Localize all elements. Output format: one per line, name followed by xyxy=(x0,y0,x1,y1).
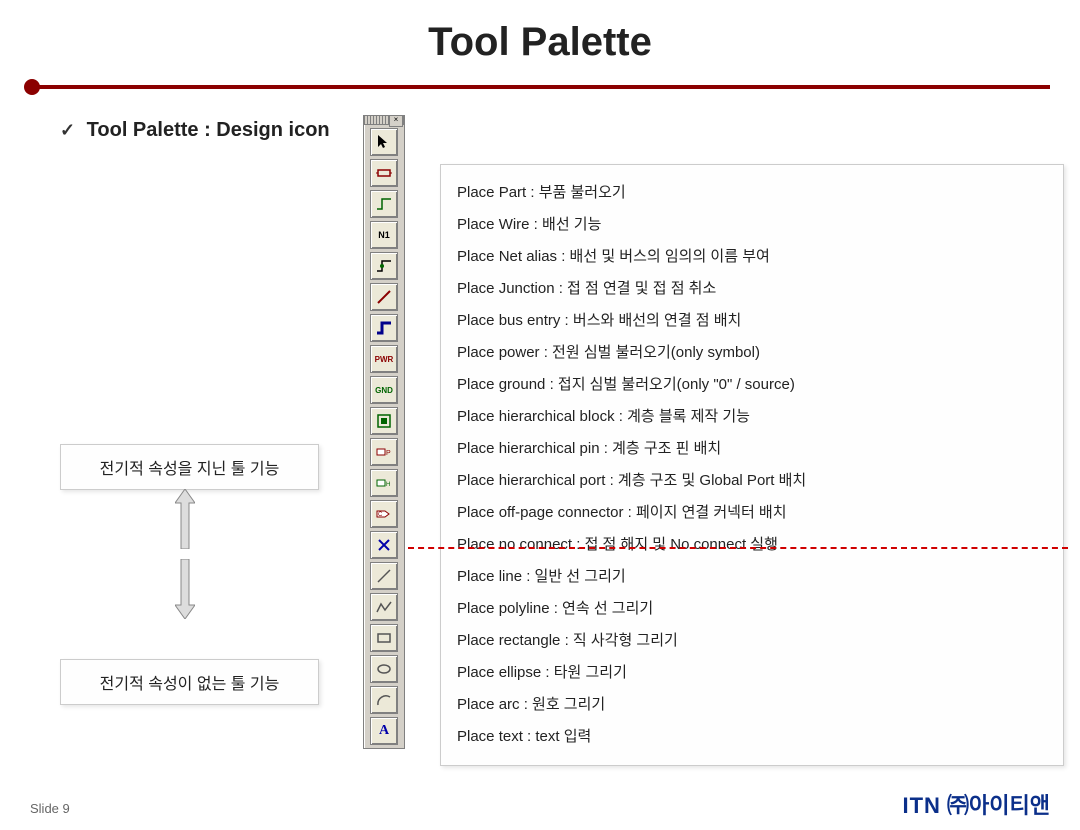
svg-text:H: H xyxy=(386,482,390,488)
netalias-icon: N1 xyxy=(378,229,390,241)
desc-line: Place rectangle : 직 사각형 그리기 xyxy=(457,625,1047,657)
offpage-tool-button[interactable]: C xyxy=(370,500,398,528)
cursor-icon xyxy=(375,133,393,151)
section-heading-text: Tool Palette : Design icon xyxy=(87,119,330,141)
line-icon xyxy=(375,567,393,585)
text-tool-button[interactable]: A xyxy=(370,717,398,745)
close-icon[interactable]: × xyxy=(389,115,403,127)
wire-tool-button[interactable] xyxy=(370,190,398,218)
busentry-icon xyxy=(375,288,393,306)
page-title: Tool Palette xyxy=(0,20,1080,65)
footer-logo: ITN ㈜아이티앤 xyxy=(902,788,1050,820)
hpin-icon: P xyxy=(375,443,393,461)
netalias-tool-button[interactable]: N1 xyxy=(370,221,398,249)
part-icon xyxy=(375,164,393,182)
desc-line: Place hierarchical port : 계층 구조 및 Global… xyxy=(457,465,1047,497)
separator-dashed xyxy=(408,547,1068,549)
footer-itn: ITN xyxy=(902,793,940,818)
svg-text:C: C xyxy=(378,512,383,518)
ellipse-tool-button[interactable] xyxy=(370,655,398,683)
slide-number: Slide 9 xyxy=(30,801,70,816)
desc-line: Place Junction : 접 점 연결 및 접 점 취소 xyxy=(457,273,1047,305)
cursor-tool-button[interactable] xyxy=(370,128,398,156)
noconnect-tool-button[interactable] xyxy=(370,531,398,559)
busentry-tool-button[interactable] xyxy=(370,283,398,311)
footer-company: ㈜아이티앤 xyxy=(941,793,1050,818)
hport-tool-button[interactable]: H xyxy=(370,469,398,497)
rect-tool-button[interactable] xyxy=(370,624,398,652)
description-panel: Place Part : 부품 불러오기Place Wire : 배선 기능Pl… xyxy=(440,164,1064,766)
polyline-tool-button[interactable] xyxy=(370,593,398,621)
note-electrical-tools: 전기적 속성을 지닌 툴 기능 xyxy=(60,444,319,490)
line-tool-button[interactable] xyxy=(370,562,398,590)
desc-line: Place bus entry : 버스와 배선의 연결 점 배치 xyxy=(457,305,1047,337)
desc-line: Place hierarchical pin : 계층 구조 핀 배치 xyxy=(457,433,1047,465)
part-tool-button[interactable] xyxy=(370,159,398,187)
hblock-tool-button[interactable] xyxy=(370,407,398,435)
desc-line: Place Net alias : 배선 및 버스의 임의의 이름 부여 xyxy=(457,241,1047,273)
tool-palette: × N1 PWR GND P H C A xyxy=(363,115,405,749)
desc-line: Place ground : 접지 심벌 불러오기(only "0" / sou… xyxy=(457,369,1047,401)
desc-line: Place hierarchical block : 계층 블록 제작 기능 xyxy=(457,401,1047,433)
desc-line: Place off-page connector : 페이지 연결 커넥터 배치 xyxy=(457,497,1047,529)
svg-text:P: P xyxy=(386,450,391,457)
text-icon: A xyxy=(379,723,389,739)
power-tool-button[interactable]: PWR xyxy=(370,345,398,373)
junction-icon xyxy=(375,257,393,275)
bus-tool-button[interactable] xyxy=(370,314,398,342)
ground-icon: GND xyxy=(375,384,393,396)
note-non-electrical-tools: 전기적 속성이 없는 툴 기능 xyxy=(60,659,319,705)
hblock-icon xyxy=(375,412,393,430)
arc-tool-button[interactable] xyxy=(370,686,398,714)
rect-icon xyxy=(375,629,393,647)
power-icon: PWR xyxy=(375,353,394,365)
desc-line: Place line : 일반 선 그리기 xyxy=(457,561,1047,593)
title-divider xyxy=(30,85,1050,89)
junction-tool-button[interactable] xyxy=(370,252,398,280)
hport-icon: H xyxy=(375,474,393,492)
desc-line: Place power : 전원 심벌 불러오기(only symbol) xyxy=(457,337,1047,369)
noconnect-icon xyxy=(375,536,393,554)
polyline-icon xyxy=(375,598,393,616)
section-heading: ✓ Tool Palette : Design icon xyxy=(60,119,330,142)
desc-line: Place no connect : 접 점 해지 및 No connect 실… xyxy=(457,529,1047,561)
arrow-down-icon xyxy=(175,559,195,619)
hpin-tool-button[interactable]: P xyxy=(370,438,398,466)
offpage-icon: C xyxy=(375,505,393,523)
wire-icon xyxy=(375,195,393,213)
arrow-up-icon xyxy=(175,489,195,549)
ground-tool-button[interactable]: GND xyxy=(370,376,398,404)
desc-line: Place arc : 원호 그리기 xyxy=(457,689,1047,721)
ellipse-icon xyxy=(375,660,393,678)
desc-line: Place Wire : 배선 기능 xyxy=(457,209,1047,241)
check-icon: ✓ xyxy=(60,120,75,141)
bus-icon xyxy=(375,319,393,337)
desc-line: Place text : text 입력 xyxy=(457,721,1047,753)
desc-line: Place Part : 부품 불러오기 xyxy=(457,177,1047,209)
desc-line: Place polyline : 연속 선 그리기 xyxy=(457,593,1047,625)
arc-icon xyxy=(375,691,393,709)
desc-line: Place ellipse : 타원 그리기 xyxy=(457,657,1047,689)
palette-grip[interactable]: × xyxy=(364,116,404,125)
